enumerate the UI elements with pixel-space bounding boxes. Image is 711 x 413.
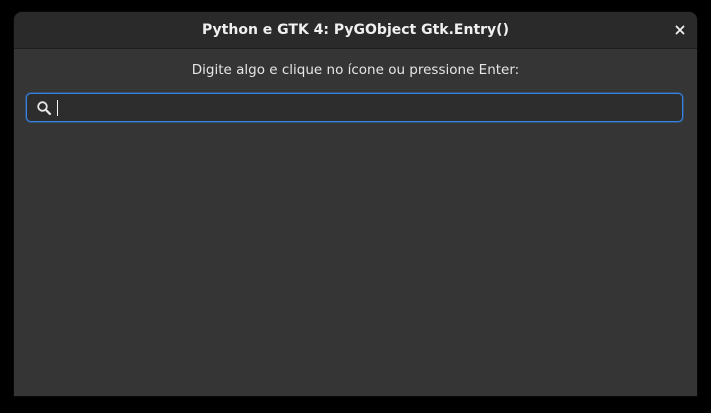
search-entry[interactable] bbox=[26, 93, 683, 122]
content-area: Digite algo e clique no ícone ou pressio… bbox=[14, 49, 697, 396]
app-window: Python e GTK 4: PyGObject Gtk.Entry() Di… bbox=[14, 12, 697, 396]
window-title: Python e GTK 4: PyGObject Gtk.Entry() bbox=[202, 22, 509, 38]
search-input[interactable] bbox=[57, 96, 674, 119]
headerbar: Python e GTK 4: PyGObject Gtk.Entry() bbox=[14, 12, 697, 49]
instruction-label: Digite algo e clique no ícone ou pressio… bbox=[191, 62, 520, 78]
search-icon[interactable] bbox=[36, 100, 52, 116]
close-icon bbox=[675, 25, 685, 35]
text-cursor bbox=[57, 100, 58, 116]
close-button[interactable] bbox=[669, 19, 691, 41]
